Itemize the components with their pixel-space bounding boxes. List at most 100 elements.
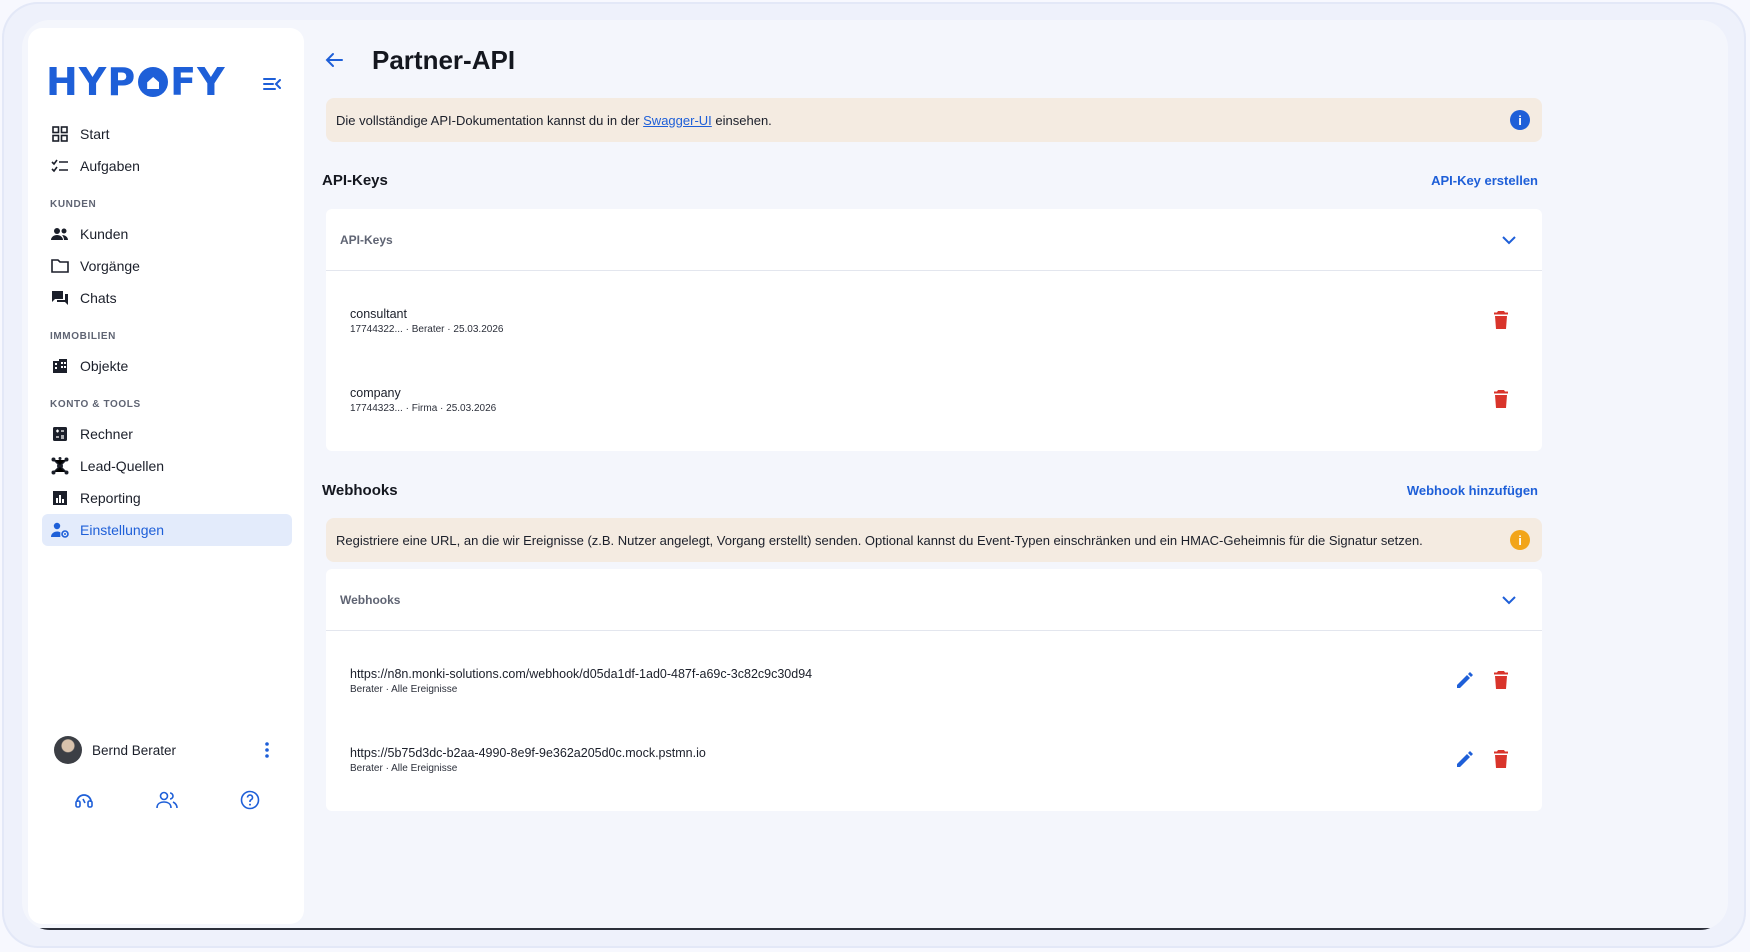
sidebar-item-label: Reporting xyxy=(80,490,141,506)
main-content: Partner-API Die vollständige API-Dokumen… xyxy=(322,20,1718,930)
sidebar-item-einstellungen[interactable]: Einstellungen xyxy=(42,514,292,546)
api-docs-banner: Die vollständige API-Dokumentation kanns… xyxy=(326,98,1542,142)
api-key-row: consultant 17744322... · Berater · 25.03… xyxy=(326,281,1542,360)
window-bottom-edge xyxy=(22,928,1728,930)
swagger-ui-link[interactable]: Swagger-UI xyxy=(643,113,712,128)
row-actions xyxy=(1490,388,1512,410)
sidebar-item-lead-quellen[interactable]: Lead-Quellen xyxy=(42,450,292,482)
sidebar-item-vorgaenge[interactable]: Vorgänge xyxy=(42,250,292,282)
webhook-url: https://n8n.monki-solutions.com/webhook/… xyxy=(350,666,813,681)
building-icon xyxy=(50,356,70,376)
edit-webhook-button[interactable] xyxy=(1454,748,1476,770)
api-key-meta: 17744323... · Firma · 25.03.2026 xyxy=(350,402,497,414)
info-icon: i xyxy=(1510,110,1530,130)
collapse-webhooks-button[interactable] xyxy=(1498,589,1520,611)
page-header: Partner-API xyxy=(322,40,515,80)
api-key-row: company 17744323... · Firma · 25.03.2026 xyxy=(326,360,1542,439)
help-button[interactable] xyxy=(238,788,262,812)
trash-icon xyxy=(1494,750,1508,768)
sidebar-item-label: Aufgaben xyxy=(80,158,140,174)
api-keys-card: API-Keys consultant 17744322... · Berate… xyxy=(326,209,1542,451)
api-key-meta: 17744322... · Berater · 25.03.2026 xyxy=(350,323,504,335)
user-profile[interactable]: Bernd Berater xyxy=(54,734,274,766)
webhooks-card-title: Webhooks xyxy=(340,592,401,607)
sidebar-item-label: Chats xyxy=(80,290,117,306)
help-circle-icon xyxy=(240,790,260,810)
pencil-icon xyxy=(1457,672,1473,688)
row-actions xyxy=(1490,309,1512,331)
sidebar-item-label: Rechner xyxy=(80,426,133,442)
delete-webhook-button[interactable] xyxy=(1490,748,1512,770)
sidebar-item-label: Lead-Quellen xyxy=(80,458,165,474)
section-title-konto-tools: KONTO & TOOLS xyxy=(50,399,141,410)
warning-info-icon: i xyxy=(1510,530,1530,550)
hub-icon xyxy=(50,456,70,476)
sidebar-nav: Start Aufgaben KUNDEN Kunden Vorgänge Ch… xyxy=(42,118,292,546)
grid-icon xyxy=(50,124,70,144)
webhooks-card-header[interactable]: Webhooks xyxy=(326,569,1542,631)
sidebar-item-aufgaben[interactable]: Aufgaben xyxy=(42,150,292,182)
webhook-meta: Berater · Alle Ereignisse xyxy=(350,683,458,695)
sidebar-item-objekte[interactable]: Objekte xyxy=(42,350,292,382)
api-key-name: consultant xyxy=(350,306,407,321)
more-vertical-icon xyxy=(265,742,269,758)
sidebar-item-label: Objekte xyxy=(80,358,129,374)
sidebar-item-rechner[interactable]: Rechner xyxy=(42,418,292,450)
banner-text-after: einsehen. xyxy=(715,112,772,128)
chevron-down-icon xyxy=(1502,595,1516,604)
row-actions xyxy=(1454,669,1512,691)
back-button[interactable] xyxy=(322,48,346,72)
app-window: HYP FY Start Aufgaben KUNDEN Kunden Vorg… xyxy=(22,20,1728,930)
trash-icon xyxy=(1494,671,1508,689)
people-icon xyxy=(50,224,70,244)
chart-icon xyxy=(50,488,70,508)
sidebar-item-label: Vorgänge xyxy=(80,258,140,274)
webhooks-card: Webhooks https://n8n.monki-solutions.com… xyxy=(326,569,1542,811)
webhooks-banner-text: Registriere eine URL, an die wir Ereigni… xyxy=(336,532,1423,548)
webhook-row: https://5b75d3dc-b2aa-4990-8e9f-9e362a20… xyxy=(326,720,1542,799)
section-title-immobilien: IMMOBILIEN xyxy=(50,331,116,342)
delete-webhook-button[interactable] xyxy=(1490,669,1512,691)
logo-house-icon xyxy=(138,67,169,97)
page-title: Partner-API xyxy=(372,44,516,75)
row-actions xyxy=(1454,748,1512,770)
add-webhook-button[interactable]: Webhook hinzufügen xyxy=(1407,483,1538,498)
arrow-left-icon xyxy=(325,53,343,67)
sidebar-item-kunden[interactable]: Kunden xyxy=(42,218,292,250)
support-headset-icon xyxy=(75,794,93,808)
sidebar: HYP FY Start Aufgaben KUNDEN Kunden Vorg… xyxy=(28,28,304,924)
api-key-name: company xyxy=(350,385,401,400)
trash-icon xyxy=(1494,390,1508,408)
sidebar-item-start[interactable]: Start xyxy=(42,118,292,150)
calculator-icon xyxy=(50,424,70,444)
api-keys-section-title: API-Keys xyxy=(322,172,388,189)
delete-api-key-button[interactable] xyxy=(1490,309,1512,331)
folder-icon xyxy=(50,256,70,276)
sidebar-item-label: Einstellungen xyxy=(80,522,165,538)
edit-webhook-button[interactable] xyxy=(1454,669,1476,691)
team-button[interactable] xyxy=(155,788,179,812)
team-icon xyxy=(156,791,178,809)
api-keys-card-title: API-Keys xyxy=(340,232,393,247)
delete-api-key-button[interactable] xyxy=(1490,388,1512,410)
collapse-sidebar-button[interactable] xyxy=(260,72,284,96)
collapse-api-keys-button[interactable] xyxy=(1498,229,1520,251)
section-title-kunden: KUNDEN xyxy=(50,199,97,210)
user-menu-button[interactable] xyxy=(260,740,274,760)
sidebar-item-label: Kunden xyxy=(80,226,129,242)
menu-collapse-icon xyxy=(263,78,281,90)
banner-text-before: Die vollständige API-Dokumentation kanns… xyxy=(336,112,640,128)
create-api-key-button[interactable]: API-Key erstellen xyxy=(1431,173,1538,188)
support-button[interactable] xyxy=(72,788,96,812)
chat-icon xyxy=(50,288,70,308)
hypofy-logo[interactable]: HYP FY xyxy=(46,60,226,104)
sidebar-item-label: Start xyxy=(80,126,110,142)
sidebar-item-chats[interactable]: Chats xyxy=(42,282,292,314)
webhook-meta: Berater · Alle Ereignisse xyxy=(350,762,458,774)
checklist-icon xyxy=(50,156,70,176)
api-keys-card-header[interactable]: API-Keys xyxy=(326,209,1542,271)
logo-text-right: FY xyxy=(170,60,226,104)
sidebar-item-reporting[interactable]: Reporting xyxy=(42,482,292,514)
avatar xyxy=(54,736,82,764)
webhook-url: https://5b75d3dc-b2aa-4990-8e9f-9e362a20… xyxy=(350,745,706,760)
